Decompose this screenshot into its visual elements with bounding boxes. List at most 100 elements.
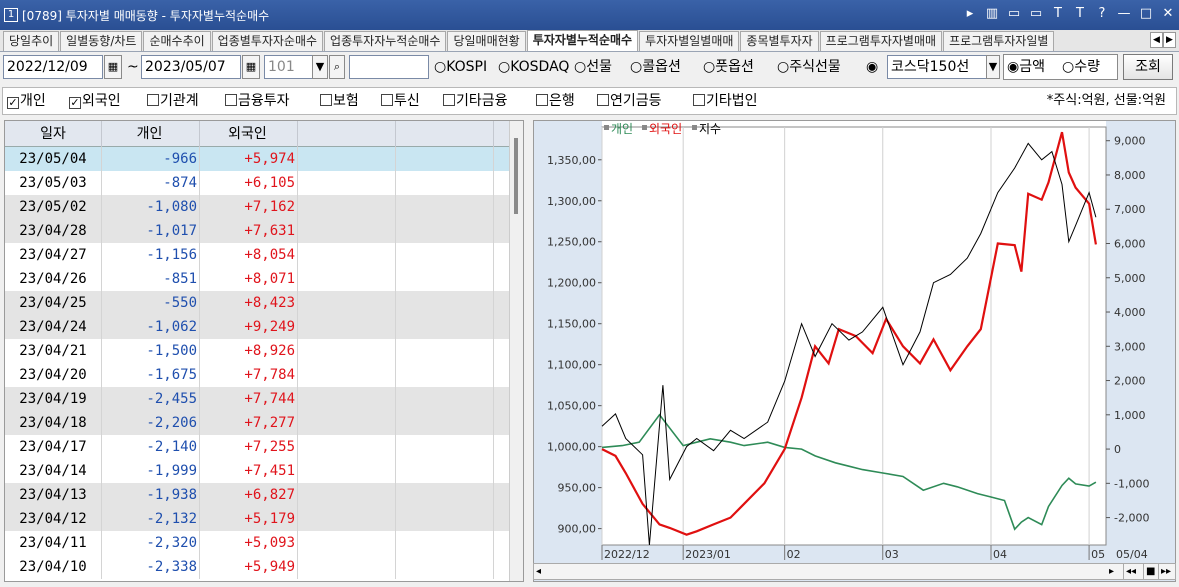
table-row[interactable]: 23/04/11 -2,320 +5,093 (5, 531, 510, 555)
col-date-header[interactable]: 일자 (5, 121, 102, 147)
filter-checkbox-9[interactable]: 기타법인 (693, 92, 758, 110)
radio-kospi[interactable]: ○KOSPI (434, 55, 487, 79)
filter-checkbox-6[interactable]: 기타금융 (443, 92, 508, 110)
filter-checkbox-0[interactable]: ✓ 개인 (7, 92, 46, 110)
cell-empty (396, 555, 494, 579)
copy-icon[interactable]: ▭ (1007, 6, 1021, 22)
dropdown-arrow-icon[interactable]: ▼ (312, 55, 328, 79)
legend-entry: 개인 (611, 122, 633, 136)
col-foreign-header[interactable]: 외국인 (200, 121, 298, 147)
text-size-icon[interactable]: T (1073, 6, 1087, 22)
table-row[interactable]: 23/04/14 -1,999 +7,451 (5, 459, 510, 483)
table-row[interactable]: 23/04/28 -1,017 +7,631 (5, 219, 510, 243)
checkbox-icon[interactable] (536, 94, 548, 106)
search-icon[interactable]: ⌕ (329, 55, 345, 79)
checkbox-icon[interactable] (443, 94, 455, 106)
calendar-icon[interactable]: ▦ (242, 55, 260, 79)
table-row[interactable]: 23/05/04 -966 +5,974 (5, 147, 510, 171)
calendar-icon[interactable]: ▦ (104, 55, 122, 79)
tab-nav: ◀ ▶ (1150, 32, 1176, 48)
tab-3[interactable]: 업종별투자자순매수 (211, 31, 324, 51)
text-icon[interactable]: T (1051, 6, 1065, 22)
tab-1[interactable]: 일별동향/차트 (60, 31, 143, 51)
table-row[interactable]: 23/04/13 -1,938 +6,827 (5, 483, 510, 507)
filter-checkbox-7[interactable]: 은행 (536, 92, 575, 110)
table-row[interactable]: 23/04/17 -2,140 +7,255 (5, 435, 510, 459)
radio-index-futures[interactable]: ◉ (866, 55, 878, 79)
cell-empty (298, 435, 396, 459)
start-date-input[interactable]: 2022/12/09 (3, 55, 103, 79)
end-date-input[interactable]: 2023/05/07 (141, 55, 241, 79)
scroll-left-icon[interactable]: ◂ (536, 564, 541, 579)
layout-icon[interactable]: ▥ (985, 6, 999, 22)
forward-icon[interactable]: ▸ (963, 6, 977, 22)
code-input[interactable]: 101 (264, 55, 314, 79)
checkbox-icon[interactable]: ✓ (69, 97, 81, 109)
tab-2[interactable]: 순매수추이 (143, 31, 211, 51)
tab-10[interactable]: 프로그램투자자일별 (943, 31, 1055, 51)
window-icon[interactable]: ▭ (1029, 6, 1043, 22)
filter-checkbox-4[interactable]: 보험 (320, 92, 359, 110)
dropdown-arrow-icon[interactable]: ▼ (986, 55, 1000, 79)
table-row[interactable]: 23/04/20 -1,675 +7,784 (5, 363, 510, 387)
checkbox-icon[interactable] (147, 94, 159, 106)
table-row[interactable]: 23/04/26 -851 +8,071 (5, 267, 510, 291)
radio-call-option[interactable]: ○콜옵션 (630, 55, 681, 79)
help-icon[interactable]: ? (1095, 6, 1109, 22)
tab-8[interactable]: 종목별투자자 (740, 31, 819, 51)
search-button[interactable]: 조회 (1123, 54, 1173, 80)
checkbox-icon[interactable] (693, 94, 705, 106)
vertical-scrollbar[interactable] (509, 121, 523, 581)
table-row[interactable]: 23/04/12 -2,132 +5,179 (5, 507, 510, 531)
checkbox-icon[interactable] (225, 94, 237, 106)
checkbox-icon[interactable] (320, 94, 332, 106)
filter-label: 기타법인 (706, 93, 758, 109)
scroll-stop-icon[interactable]: ■ (1143, 564, 1155, 579)
filter-checkbox-5[interactable]: 투신 (381, 92, 420, 110)
scrollbar-thumb[interactable] (514, 138, 518, 214)
tab-5[interactable]: 당일매매현황 (447, 31, 526, 51)
tab-4[interactable]: 업종투자자누적순매수 (324, 31, 447, 51)
table-row[interactable]: 23/04/19 -2,455 +7,744 (5, 387, 510, 411)
index-select[interactable]: 코스닥150선 (887, 55, 987, 79)
left-tick-label: 1,150,00 (547, 318, 596, 331)
tab-prev-icon[interactable]: ◀ (1150, 32, 1163, 48)
filter-checkbox-1[interactable]: ✓ 외국인 (69, 92, 121, 110)
x-tick-label: 03 (885, 548, 899, 561)
tab-next-icon[interactable]: ▶ (1163, 32, 1176, 48)
scroll-right-icon[interactable]: ▸ (1109, 564, 1114, 579)
tab-6[interactable]: 투자자별누적순매수 (526, 30, 639, 51)
table-row[interactable]: 23/04/21 -1,500 +8,926 (5, 339, 510, 363)
table-row[interactable]: 23/04/10 -2,338 +5,949 (5, 555, 510, 579)
filter-checkbox-8[interactable]: 연기금등 (597, 92, 662, 110)
horizontal-scrollbar[interactable]: ◂ ▸ ◂◂ ■ ▸▸ (533, 563, 1176, 580)
checkbox-icon[interactable]: ✓ (7, 97, 19, 109)
tab-0[interactable]: 당일추이 (3, 31, 60, 51)
table-row[interactable]: 23/05/02 -1,080 +7,162 (5, 195, 510, 219)
table-row[interactable]: 23/05/03 -874 +6,105 (5, 171, 510, 195)
checkbox-icon[interactable] (597, 94, 609, 106)
scroll-last-icon[interactable]: ▸▸ (1158, 564, 1171, 579)
filter-checkbox-3[interactable]: 금융투자 (225, 92, 290, 110)
cell-date: 23/04/25 (5, 291, 102, 315)
scroll-first-icon[interactable]: ◂◂ (1123, 564, 1136, 579)
radio-stock-futures[interactable]: ○주식선물 (777, 55, 841, 79)
radio-kosdaq[interactable]: ○KOSDAQ (498, 55, 569, 79)
minimize-icon[interactable]: — (1117, 6, 1131, 22)
maximize-icon[interactable]: □ (1139, 6, 1153, 22)
col-empty-header (396, 121, 494, 147)
checkbox-icon[interactable] (381, 94, 393, 106)
filter-checkbox-2[interactable]: 기관계 (147, 92, 199, 110)
radio-quantity[interactable]: ○수량 (1062, 55, 1100, 79)
tab-7[interactable]: 투자자별일별매매 (639, 31, 740, 51)
table-row[interactable]: 23/04/18 -2,206 +7,277 (5, 411, 510, 435)
radio-amount[interactable]: ◉금액 (1007, 55, 1045, 79)
col-individual-header[interactable]: 개인 (102, 121, 200, 147)
close-icon[interactable]: ✕ (1161, 6, 1175, 22)
table-row[interactable]: 23/04/27 -1,156 +8,054 (5, 243, 510, 267)
tab-9[interactable]: 프로그램투자자별매매 (819, 31, 943, 51)
radio-put-option[interactable]: ○풋옵션 (703, 55, 754, 79)
table-row[interactable]: 23/04/24 -1,062 +9,249 (5, 315, 510, 339)
table-row[interactable]: 23/04/25 -550 +8,423 (5, 291, 510, 315)
radio-futures[interactable]: ○선물 (574, 55, 612, 79)
